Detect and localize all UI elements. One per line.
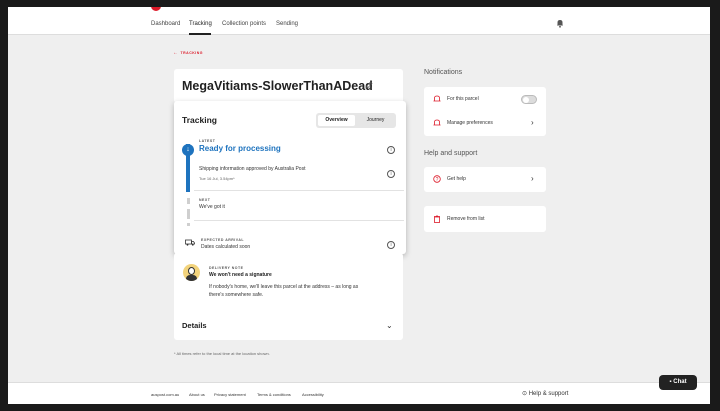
event-timestamp: Tue 16 Jul, 3.54pm* (199, 176, 235, 181)
chevron-right-icon[interactable]: › (531, 118, 534, 127)
latest-status: Ready for processing (199, 144, 281, 153)
timeline-step-pending (187, 209, 190, 219)
manage-preferences-link[interactable]: Manage preferences (447, 120, 493, 126)
notifications-card: For this parcel Manage preferences › (424, 87, 546, 136)
divider (194, 190, 404, 191)
footer: auspost.com.au About us Privacy statemen… (8, 382, 710, 404)
help-heading: Help and support (424, 150, 478, 157)
delivery-note-label: DELIVERY NOTE (209, 266, 244, 270)
tracking-page: Dashboard Tracking Collection points Sen… (8, 7, 710, 404)
tab-overview[interactable]: Overview (318, 115, 355, 126)
nav-collection-points[interactable]: Collection points (222, 21, 266, 27)
chat-bubble-icon: ▪ (669, 379, 672, 385)
footer-link-auspost[interactable]: auspost.com.au (151, 392, 179, 397)
info-icon[interactable]: i (387, 146, 395, 154)
tracking-card: Tracking Overview Journey ↓ LATEST Ready… (174, 101, 406, 254)
divider (194, 220, 404, 221)
tab-journey[interactable]: Journey (357, 115, 394, 126)
svg-text:?: ? (436, 177, 439, 183)
details-card[interactable]: Details ⌄ (174, 307, 403, 340)
tracking-tab-group: Overview Journey (316, 113, 396, 128)
bell-icon (433, 95, 441, 102)
bell-icon[interactable] (556, 19, 564, 28)
avatar-body (186, 275, 197, 281)
footer-link-accessibility[interactable]: Accessibility (302, 392, 324, 397)
courier-avatar (183, 264, 200, 281)
latest-label: LATEST (199, 139, 216, 143)
timeline-step-pending (187, 223, 190, 226)
timeline-step-pending (187, 198, 190, 204)
tracking-heading: Tracking (182, 115, 217, 125)
top-navigation: Dashboard Tracking Collection points Sen… (8, 7, 710, 35)
parcel-title: MegaVitiams-SlowerThanADead (182, 79, 373, 93)
arrow-down-icon: ↓ (182, 144, 194, 156)
get-help-label: Get help (447, 176, 466, 182)
chevron-right-icon[interactable]: › (531, 174, 534, 183)
expected-label: EXPECTED ARRIVAL (201, 238, 245, 242)
footer-link-privacy[interactable]: Privacy statement (214, 392, 246, 397)
footer-link-about[interactable]: About us (189, 392, 205, 397)
info-icon[interactable]: i (387, 241, 395, 249)
parcel-title-card: MegaVitiams-SlowerThanADead (174, 69, 403, 103)
truck-icon (185, 239, 195, 246)
settings-bell-icon (433, 119, 441, 126)
info-icon[interactable]: i (387, 170, 395, 178)
footer-help-link[interactable]: ⊙ Help & support (522, 390, 568, 397)
arrow-left-icon: ← (173, 50, 179, 56)
expected-arrival-text: Dates calculated soon (201, 244, 251, 250)
help-circle-icon: ⊙ (522, 391, 528, 397)
footer-link-terms[interactable]: Terms & conditions (257, 392, 291, 397)
remove-from-list-label: Remove from list (447, 216, 485, 222)
avatar-head (188, 267, 195, 275)
parcel-notifications-toggle[interactable] (521, 95, 537, 104)
details-heading: Details (182, 321, 207, 330)
remove-card[interactable]: Remove from list (424, 206, 546, 232)
edit-pencil-icon[interactable] (365, 81, 373, 89)
chevron-down-icon[interactable]: ⌄ (386, 321, 393, 330)
next-status: We've got it (199, 204, 225, 210)
active-nav-indicator (189, 33, 211, 35)
delivery-note-card: DELIVERY NOTE We won't need a signature … (174, 253, 403, 313)
auspost-logo-icon[interactable] (151, 7, 161, 11)
trash-icon (434, 215, 440, 223)
delivery-note-body: If nobody's home, we'll leave this parce… (209, 284, 359, 298)
event-description: Shipping information approved by Austral… (199, 166, 306, 172)
nav-dashboard[interactable]: Dashboard (151, 21, 180, 27)
help-icon: ? (433, 175, 441, 183)
timezone-footnote: * All times refer to the local time at t… (174, 351, 270, 356)
nav-sending[interactable]: Sending (276, 21, 298, 27)
for-this-parcel-label: For this parcel (447, 96, 479, 102)
delivery-note-title: We won't need a signature (209, 272, 272, 278)
chat-button[interactable]: ▪ Chat (659, 375, 697, 390)
get-help-card[interactable]: ? Get help › (424, 167, 546, 192)
chat-label: Chat (673, 379, 687, 385)
next-label: NEXT (199, 198, 211, 202)
notifications-heading: Notifications (424, 69, 463, 76)
footer-help-label: Help & support (528, 391, 569, 397)
back-label: TRACKING (180, 51, 203, 55)
back-to-tracking-link[interactable]: ← TRACKING (173, 50, 203, 56)
nav-tracking[interactable]: Tracking (189, 21, 212, 27)
